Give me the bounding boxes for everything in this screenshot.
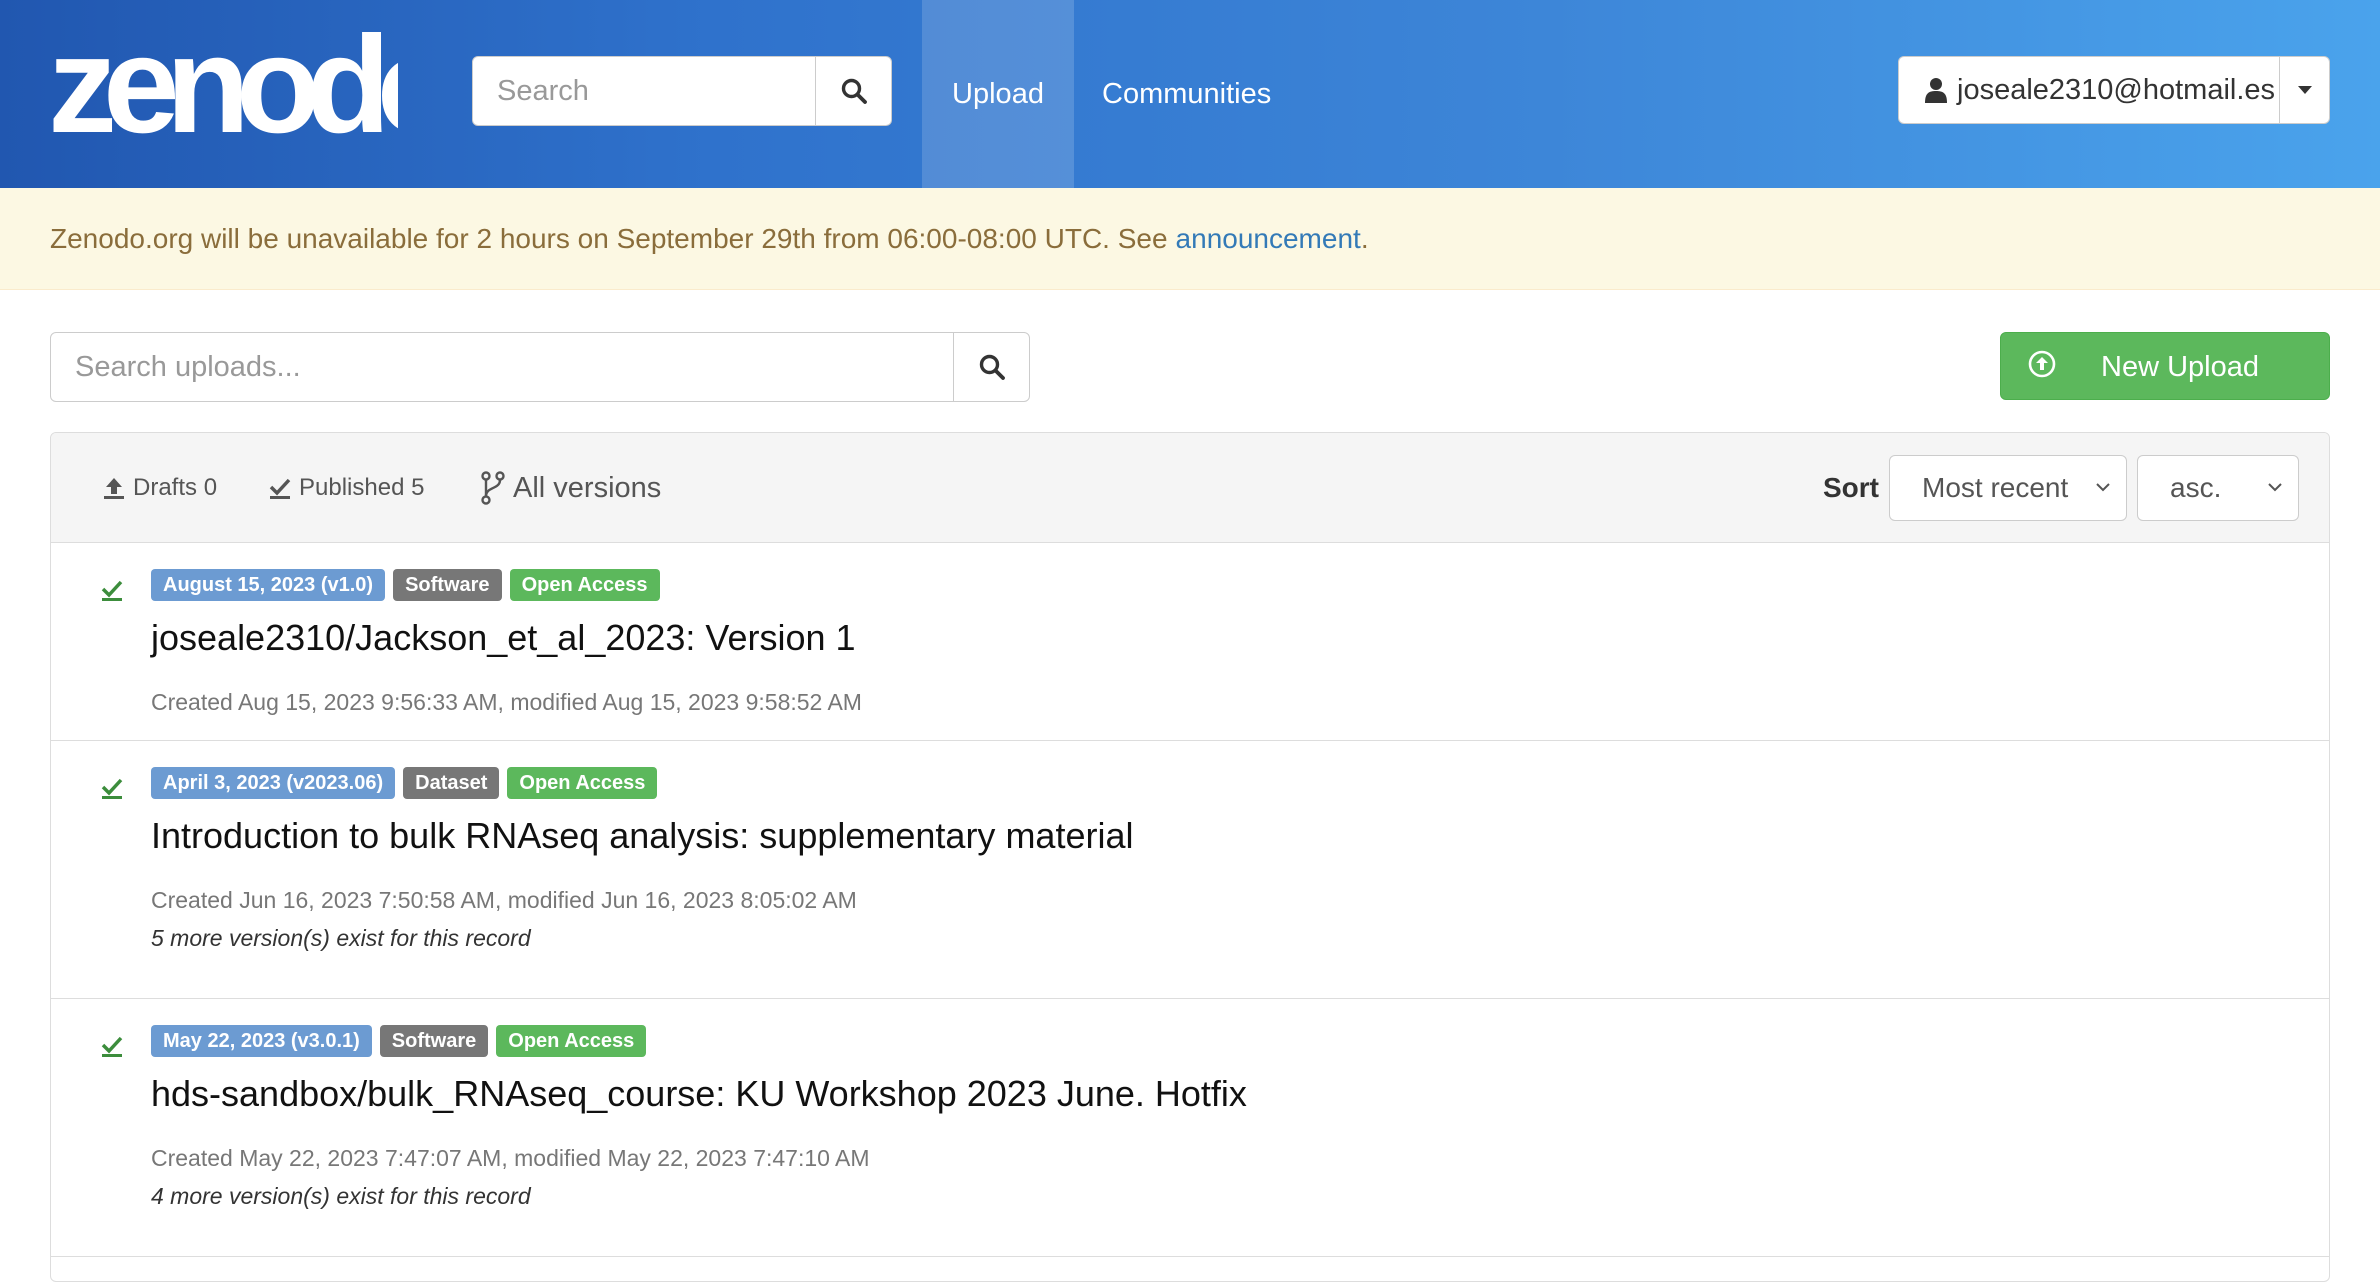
record-badges: April 3, 2023 (v2023.06) Dataset Open Ac… [151, 767, 658, 799]
upload-circle-icon [2028, 350, 2056, 378]
chevron-down-icon [2096, 483, 2110, 492]
new-upload-label: New Upload [2101, 351, 2259, 383]
uploads-filter-bar: Drafts 0 Published 5 All versions Sort M… [51, 433, 2329, 543]
nav-upload-label: Upload [952, 77, 1044, 110]
nav-upload[interactable]: Upload [922, 0, 1074, 188]
resource-type-badge: Software [379, 1025, 489, 1057]
zenodo-logo[interactable]: zenodo [48, 14, 398, 144]
published-check-icon [101, 580, 123, 601]
filter-published-label: Published [299, 474, 405, 501]
uploads-search-input[interactable] [50, 332, 954, 402]
record-title-link[interactable]: joseale2310/Jackson_et_al_2023: Version … [151, 617, 856, 659]
upload-icon [104, 478, 124, 499]
uploads-panel: Drafts 0 Published 5 All versions Sort M… [50, 432, 2330, 1282]
version-date-badge: May 22, 2023 (v3.0.1) [151, 1025, 372, 1057]
upload-record: August 15, 2023 (v1.0) Software Open Acc… [51, 543, 2329, 741]
sort-order-value: asc. [2170, 472, 2222, 503]
filter-drafts-label: Drafts [133, 474, 198, 501]
sort-order-select[interactable]: asc. [2137, 455, 2299, 521]
upload-record: April 3, 2023 (v2023.06) Dataset Open Ac… [51, 741, 2329, 999]
announcement-suffix: . [1360, 222, 1369, 254]
record-dates: Created May 22, 2023 7:47:07 AM, modifie… [151, 1145, 870, 1171]
filter-published-count: 5 [411, 474, 425, 501]
uploads-search [50, 332, 1030, 402]
record-versions-note: 4 more version(s) exist for this record [151, 1183, 531, 1209]
access-badge: Open Access [509, 569, 660, 601]
upload-record: May 22, 2023 (v3.0.1) Software Open Acce… [51, 999, 2329, 1257]
user-icon [1925, 78, 1947, 103]
user-menu: joseale2310@hotmail.es [1898, 56, 2330, 124]
header-search-input[interactable] [472, 56, 816, 126]
resource-type-badge: Dataset [403, 767, 500, 799]
nav-communities-label: Communities [1102, 77, 1272, 110]
access-badge: Open Access [507, 767, 658, 799]
sort-field-value: Most recent [1922, 472, 2069, 503]
filter-drafts[interactable]: Drafts 0 [103, 433, 217, 543]
chevron-down-icon [2268, 483, 2282, 492]
resource-type-badge: Software [393, 569, 502, 601]
record-badges: August 15, 2023 (v1.0) Software Open Acc… [151, 569, 660, 601]
user-menu-button[interactable]: joseale2310@hotmail.es [1899, 57, 2279, 123]
record-title-link[interactable]: Introduction to bulk RNAseq analysis: su… [151, 815, 1133, 857]
filter-published[interactable]: Published 5 [269, 433, 424, 543]
record-title-link[interactable]: hds-sandbox/bulk_RNAseq_course: KU Works… [151, 1073, 1247, 1115]
header-search [472, 56, 892, 126]
code-fork-icon [481, 471, 505, 505]
version-date-badge: April 3, 2023 (v2023.06) [151, 767, 396, 799]
record-dates: Created Jun 16, 2023 7:50:58 AM, modifie… [151, 887, 857, 913]
user-email: joseale2310@hotmail.es [1957, 73, 2276, 106]
search-icon [841, 78, 867, 104]
check-icon [269, 478, 291, 499]
published-check-icon [101, 1036, 123, 1057]
top-navbar: zenodo Upload Communities joseale2310@ho… [0, 0, 2380, 188]
record-dates: Created Aug 15, 2023 9:56:33 AM, modifie… [151, 689, 862, 715]
record-versions-note: 5 more version(s) exist for this record [151, 925, 531, 951]
filter-all-versions[interactable]: All versions [481, 433, 661, 543]
nav-communities[interactable]: Communities [1102, 0, 1271, 188]
logo-text: zenodo [48, 14, 398, 144]
upload-record [51, 1257, 2329, 1281]
header-search-button[interactable] [815, 56, 892, 126]
search-icon [979, 354, 1005, 380]
user-menu-toggle[interactable] [2279, 57, 2329, 123]
announcement-banner: Zenodo.org will be unavailable for 2 hou… [0, 188, 2380, 290]
uploads-search-button[interactable] [953, 332, 1030, 402]
filter-all-versions-label: All versions [513, 471, 662, 504]
filter-drafts-count: 0 [203, 474, 218, 501]
caret-down-icon [2297, 86, 2312, 94]
new-upload-button[interactable]: New Upload [2000, 332, 2330, 400]
announcement-text: Zenodo.org will be unavailable for 2 hou… [50, 222, 1168, 254]
version-date-badge: August 15, 2023 (v1.0) [151, 569, 386, 601]
announcement-link[interactable]: announcement [1176, 223, 1361, 255]
record-badges: May 22, 2023 (v3.0.1) Software Open Acce… [151, 1025, 647, 1057]
published-check-icon [101, 778, 123, 799]
access-badge: Open Access [496, 1025, 647, 1057]
sort-field-select[interactable]: Most recent [1889, 455, 2127, 521]
sort-label: Sort [1823, 472, 1879, 503]
